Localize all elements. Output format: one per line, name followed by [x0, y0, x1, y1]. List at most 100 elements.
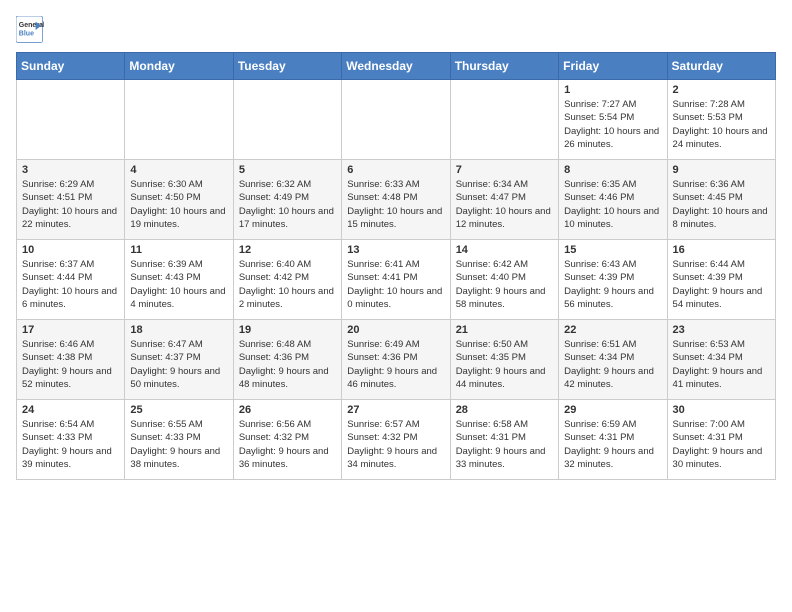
calendar-cell	[125, 80, 233, 160]
day-number: 9	[673, 164, 770, 176]
calendar-cell: 4 Sunrise: 6:30 AM Sunset: 4:50 PM Daylig…	[125, 160, 233, 240]
day-info: Sunrise: 7:00 AM Sunset: 4:31 PM Dayligh…	[673, 418, 770, 471]
calendar-cell: 14 Sunrise: 6:42 AM Sunset: 4:40 PM Dayli…	[450, 240, 558, 320]
calendar-cell: 17 Sunrise: 6:46 AM Sunset: 4:38 PM Dayli…	[17, 320, 125, 400]
day-number: 25	[130, 404, 227, 416]
day-info: Sunrise: 6:54 AM Sunset: 4:33 PM Dayligh…	[22, 418, 119, 471]
calendar-cell: 13 Sunrise: 6:41 AM Sunset: 4:41 PM Dayli…	[342, 240, 450, 320]
calendar-cell: 21 Sunrise: 6:50 AM Sunset: 4:35 PM Dayli…	[450, 320, 558, 400]
day-info: Sunrise: 6:55 AM Sunset: 4:33 PM Dayligh…	[130, 418, 227, 471]
weekday-thursday: Thursday	[450, 53, 558, 80]
calendar-cell: 7 Sunrise: 6:34 AM Sunset: 4:47 PM Daylig…	[450, 160, 558, 240]
day-number: 4	[130, 164, 227, 176]
calendar-cell: 12 Sunrise: 6:40 AM Sunset: 4:42 PM Dayli…	[233, 240, 341, 320]
day-number: 5	[239, 164, 336, 176]
day-number: 12	[239, 244, 336, 256]
calendar-cell: 2Sunrise: 7:28 AM Sunset: 5:53 PM Daylig…	[667, 80, 775, 160]
calendar-week-2: 3 Sunrise: 6:29 AM Sunset: 4:51 PM Daylig…	[17, 160, 776, 240]
calendar-week-5: 24Sunrise: 6:54 AM Sunset: 4:33 PM Dayli…	[17, 400, 776, 480]
day-info: Sunrise: 6:29 AM Sunset: 4:51 PM Dayligh…	[22, 178, 119, 231]
day-number: 21	[456, 324, 553, 336]
calendar: SundayMondayTuesdayWednesdayThursdayFrid…	[16, 52, 776, 480]
day-info: Sunrise: 6:30 AM Sunset: 4:50 PM Dayligh…	[130, 178, 227, 231]
svg-text:Blue: Blue	[19, 31, 34, 38]
calendar-cell: 22 Sunrise: 6:51 AM Sunset: 4:34 PM Dayli…	[559, 320, 667, 400]
day-info: Sunrise: 6:49 AM Sunset: 4:36 PM Dayligh…	[347, 338, 444, 391]
calendar-cell	[17, 80, 125, 160]
weekday-monday: Monday	[125, 53, 233, 80]
day-number: 10	[22, 244, 119, 256]
day-info: Sunrise: 6:51 AM Sunset: 4:34 PM Dayligh…	[564, 338, 661, 391]
day-number: 1	[564, 84, 661, 96]
day-number: 19	[239, 324, 336, 336]
calendar-cell: 20 Sunrise: 6:49 AM Sunset: 4:36 PM Dayli…	[342, 320, 450, 400]
weekday-friday: Friday	[559, 53, 667, 80]
day-number: 28	[456, 404, 553, 416]
calendar-cell: 26 Sunrise: 6:56 AM Sunset: 4:32 PM Dayli…	[233, 400, 341, 480]
calendar-week-3: 10 Sunrise: 6:37 AM Sunset: 4:44 PM Dayli…	[17, 240, 776, 320]
day-info: Sunrise: 6:43 AM Sunset: 4:39 PM Dayligh…	[564, 258, 661, 311]
day-info: Sunrise: 6:39 AM Sunset: 4:43 PM Dayligh…	[130, 258, 227, 311]
calendar-cell: 3 Sunrise: 6:29 AM Sunset: 4:51 PM Daylig…	[17, 160, 125, 240]
calendar-cell	[233, 80, 341, 160]
day-number: 13	[347, 244, 444, 256]
weekday-tuesday: Tuesday	[233, 53, 341, 80]
day-number: 7	[456, 164, 553, 176]
day-info: Sunrise: 6:42 AM Sunset: 4:40 PM Dayligh…	[456, 258, 553, 311]
calendar-cell: 8 Sunrise: 6:35 AM Sunset: 4:46 PM Daylig…	[559, 160, 667, 240]
weekday-saturday: Saturday	[667, 53, 775, 80]
calendar-cell: 10 Sunrise: 6:37 AM Sunset: 4:44 PM Dayli…	[17, 240, 125, 320]
day-number: 29	[564, 404, 661, 416]
calendar-cell: 29 Sunrise: 6:59 AM Sunset: 4:31 PM Dayli…	[559, 400, 667, 480]
day-number: 20	[347, 324, 444, 336]
calendar-cell: 28 Sunrise: 6:58 AM Sunset: 4:31 PM Dayli…	[450, 400, 558, 480]
day-info: Sunrise: 7:27 AM Sunset: 5:54 PM Dayligh…	[564, 98, 661, 151]
day-info: Sunrise: 6:46 AM Sunset: 4:38 PM Dayligh…	[22, 338, 119, 391]
day-info: Sunrise: 6:35 AM Sunset: 4:46 PM Dayligh…	[564, 178, 661, 231]
day-info: Sunrise: 6:36 AM Sunset: 4:45 PM Dayligh…	[673, 178, 770, 231]
day-number: 3	[22, 164, 119, 176]
day-info: Sunrise: 6:41 AM Sunset: 4:41 PM Dayligh…	[347, 258, 444, 311]
logo-icon: General Blue	[16, 16, 44, 44]
logo: General Blue	[16, 16, 48, 44]
weekday-sunday: Sunday	[17, 53, 125, 80]
day-number: 22	[564, 324, 661, 336]
calendar-cell: 18 Sunrise: 6:47 AM Sunset: 4:37 PM Dayli…	[125, 320, 233, 400]
day-info: Sunrise: 6:34 AM Sunset: 4:47 PM Dayligh…	[456, 178, 553, 231]
day-number: 8	[564, 164, 661, 176]
calendar-cell	[342, 80, 450, 160]
day-number: 23	[673, 324, 770, 336]
day-info: Sunrise: 6:37 AM Sunset: 4:44 PM Dayligh…	[22, 258, 119, 311]
day-info: Sunrise: 6:47 AM Sunset: 4:37 PM Dayligh…	[130, 338, 227, 391]
calendar-cell: 16 Sunrise: 6:44 AM Sunset: 4:39 PM Dayli…	[667, 240, 775, 320]
day-number: 15	[564, 244, 661, 256]
day-number: 17	[22, 324, 119, 336]
calendar-cell: 5 Sunrise: 6:32 AM Sunset: 4:49 PM Daylig…	[233, 160, 341, 240]
day-info: Sunrise: 6:50 AM Sunset: 4:35 PM Dayligh…	[456, 338, 553, 391]
day-info: Sunrise: 6:56 AM Sunset: 4:32 PM Dayligh…	[239, 418, 336, 471]
day-number: 11	[130, 244, 227, 256]
day-number: 26	[239, 404, 336, 416]
day-info: Sunrise: 6:58 AM Sunset: 4:31 PM Dayligh…	[456, 418, 553, 471]
calendar-cell: 19 Sunrise: 6:48 AM Sunset: 4:36 PM Dayli…	[233, 320, 341, 400]
calendar-cell: 15 Sunrise: 6:43 AM Sunset: 4:39 PM Dayli…	[559, 240, 667, 320]
calendar-cell: 23 Sunrise: 6:53 AM Sunset: 4:34 PM Dayli…	[667, 320, 775, 400]
calendar-cell: 1 Sunrise: 7:27 AM Sunset: 5:54 PM Daylig…	[559, 80, 667, 160]
day-number: 27	[347, 404, 444, 416]
page-header: General Blue	[16, 16, 776, 44]
day-number: 14	[456, 244, 553, 256]
day-info: Sunrise: 6:53 AM Sunset: 4:34 PM Dayligh…	[673, 338, 770, 391]
day-number: 16	[673, 244, 770, 256]
day-info: Sunrise: 7:28 AM Sunset: 5:53 PM Dayligh…	[673, 98, 770, 151]
day-info: Sunrise: 6:48 AM Sunset: 4:36 PM Dayligh…	[239, 338, 336, 391]
day-info: Sunrise: 6:33 AM Sunset: 4:48 PM Dayligh…	[347, 178, 444, 231]
day-info: Sunrise: 6:32 AM Sunset: 4:49 PM Dayligh…	[239, 178, 336, 231]
day-info: Sunrise: 6:44 AM Sunset: 4:39 PM Dayligh…	[673, 258, 770, 311]
day-info: Sunrise: 6:40 AM Sunset: 4:42 PM Dayligh…	[239, 258, 336, 311]
calendar-cell: 25 Sunrise: 6:55 AM Sunset: 4:33 PM Dayli…	[125, 400, 233, 480]
day-number: 6	[347, 164, 444, 176]
calendar-cell: 30Sunrise: 7:00 AM Sunset: 4:31 PM Dayli…	[667, 400, 775, 480]
day-info: Sunrise: 6:59 AM Sunset: 4:31 PM Dayligh…	[564, 418, 661, 471]
day-number: 18	[130, 324, 227, 336]
calendar-cell: 24Sunrise: 6:54 AM Sunset: 4:33 PM Dayli…	[17, 400, 125, 480]
